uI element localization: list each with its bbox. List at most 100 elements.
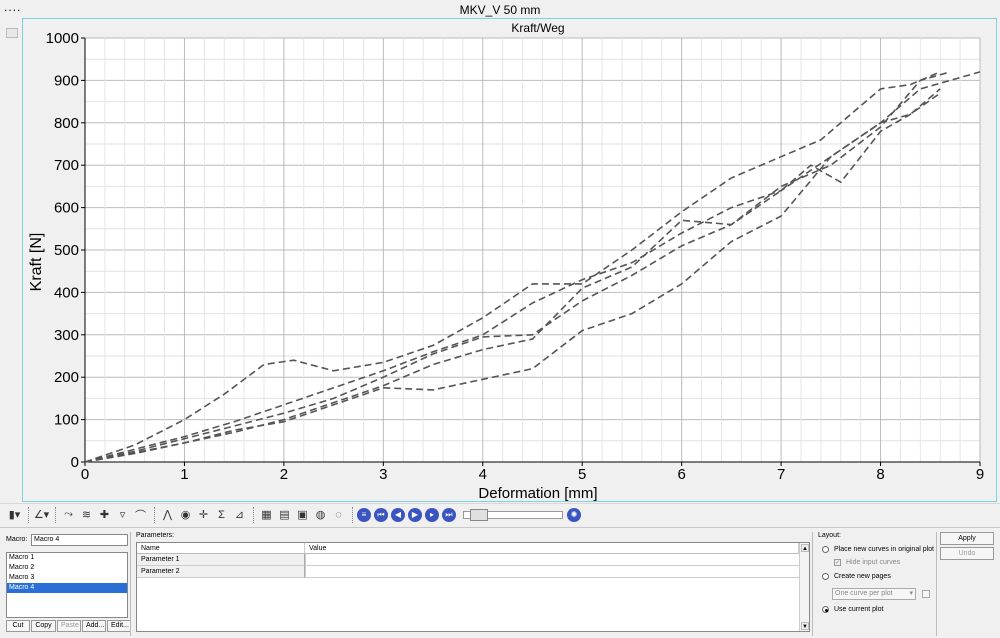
x-tick-label: 6 [677, 466, 685, 483]
parameters-table[interactable]: Name Value Parameter 1 Parameter 2 ▲ ▼ [136, 542, 810, 632]
list-item[interactable]: Macro 1 [7, 553, 127, 563]
checkbox-hide-input[interactable]: ✓ Hide input curves [834, 559, 900, 566]
x-tick-label: 0 [81, 466, 89, 483]
grid-icon[interactable]: ▤ [276, 506, 293, 523]
x-tick-label: 3 [379, 466, 387, 483]
report-icon[interactable]: ▣ [294, 506, 311, 523]
undo-button[interactable]: Undo [940, 547, 994, 560]
y-tick-label: 300 [54, 327, 79, 344]
x-tick-label: 7 [777, 466, 785, 483]
paste-button[interactable]: Paste [57, 620, 81, 632]
curves-per-plot-select[interactable]: One curve per plot ▾ [832, 588, 916, 600]
column-header-name[interactable]: Name [137, 543, 305, 554]
slope-icon[interactable]: ⊿ [231, 506, 248, 523]
x-tick-label: 2 [280, 466, 288, 483]
radio-new-pages[interactable]: Create new pages [822, 573, 891, 580]
add-button[interactable]: Add... [82, 620, 106, 632]
toolbar-separator [352, 506, 353, 523]
y-tick-label: 1000 [46, 30, 79, 47]
action-buttons: Apply Undo [940, 532, 994, 562]
scroll-up-icon[interactable]: ▲ [801, 544, 809, 552]
x-tick-label: 8 [876, 466, 884, 483]
axis-icon[interactable]: ∠▾ [33, 506, 50, 523]
toolbar-separator [28, 506, 29, 523]
copy-button[interactable]: Copy [31, 620, 56, 632]
add-curve-icon[interactable]: ✚ [96, 506, 113, 523]
y-tick-label: 400 [54, 284, 79, 301]
play-icon[interactable]: ▶ [408, 507, 422, 522]
skip-forward-icon[interactable]: ⏭ [442, 507, 456, 522]
macro-section: Macro: Macro 4 Macro 1 Macro 2 Macro 3 M… [4, 534, 131, 634]
radio-button[interactable] [822, 546, 829, 553]
step-forward-icon[interactable]: ▸ [425, 507, 439, 522]
window-title: MKV_V 50 mm [459, 3, 541, 17]
parameters-label: Parameters: [136, 532, 175, 539]
curve-filter-icon[interactable]: ≋ [78, 506, 95, 523]
divider [936, 532, 937, 636]
skip-back-icon[interactable]: ⏮ [374, 507, 388, 522]
macro-list[interactable]: Macro 1 Macro 2 Macro 3 Macro 4 [6, 552, 128, 618]
chevron-down-icon: ▾ [909, 590, 913, 597]
table-row-name: Parameter 1 [137, 554, 305, 566]
x-tick-label: 5 [578, 466, 586, 483]
sigma-icon[interactable]: Σ [213, 506, 230, 523]
y-tick-label: 600 [54, 200, 79, 217]
list-item[interactable]: Macro 4 [7, 583, 127, 593]
column-header-value[interactable]: Value [305, 543, 799, 554]
divider [130, 532, 131, 636]
x-tick-label: 1 [180, 466, 188, 483]
list-item[interactable]: Macro 2 [7, 563, 127, 573]
option-checkbox[interactable] [922, 590, 930, 598]
macro-panel: Macro: Macro 4 Macro 1 Macro 2 Macro 3 M… [0, 527, 1000, 638]
checkbox-label: Hide input curves [846, 559, 901, 566]
radio-button[interactable] [822, 606, 829, 613]
y-tick-label: 0 [71, 454, 79, 471]
layout-label: Layout: [818, 532, 841, 539]
step-back-icon[interactable]: ◀ [391, 507, 405, 522]
marker-icon[interactable]: ▿ [114, 506, 131, 523]
peak-icon[interactable]: ⋀ [159, 506, 176, 523]
globe-icon[interactable]: ◌ [330, 506, 347, 523]
y-tick-label: 800 [54, 115, 79, 132]
macro-name-field[interactable]: Macro 4 [31, 534, 128, 546]
page-icon[interactable] [6, 28, 18, 38]
radio-current-plot[interactable]: Use current plot [822, 606, 883, 613]
color-wheel-icon[interactable]: ◉ [177, 506, 194, 523]
y-tick-label: 900 [54, 72, 79, 89]
radio-label: Place new curves in original plot [834, 546, 934, 553]
scroll-down-icon[interactable]: ▼ [801, 622, 809, 630]
radio-original-plot[interactable]: Place new curves in original plot [822, 546, 934, 553]
comment-icon[interactable]: ◍ [312, 506, 329, 523]
checkbox[interactable]: ✓ [834, 559, 841, 566]
y-tick-label: 200 [54, 369, 79, 386]
toolbar-separator [154, 506, 155, 523]
toolbar-separator [253, 506, 254, 523]
plot-area[interactable]: 0 100 200 300 400 500 600 700 800 900 1000 0 1 2 3 4 5 6 7… [22, 18, 997, 502]
list-item[interactable]: Macro 3 [7, 573, 127, 583]
layout-section: Layout: Place new curves in original plo… [816, 532, 936, 636]
macro-buttons: Cut Copy Paste Add... Edit... [6, 620, 132, 632]
radio-button[interactable] [822, 573, 829, 580]
select-value: One curve per plot [835, 590, 893, 597]
y-tick-label: 700 [54, 157, 79, 174]
settings-icon[interactable]: ✺ [567, 507, 581, 522]
curve-edit-icon[interactable]: ⤳ [60, 506, 77, 523]
table-row-value[interactable] [305, 566, 799, 578]
menu-icon[interactable]: ≡ [357, 507, 371, 522]
crosshair-icon[interactable]: ✛ [195, 506, 212, 523]
macro-label: Macro: [6, 536, 28, 543]
radio-label: Use current plot [834, 606, 884, 613]
playback-slider[interactable] [463, 508, 563, 521]
apply-button[interactable]: Apply [940, 532, 994, 545]
bar-chart-icon[interactable]: ▮▾ [6, 506, 23, 523]
radio-label: Create new pages [834, 573, 891, 580]
cut-button[interactable]: Cut [6, 620, 30, 632]
table-icon[interactable]: ▦ [258, 506, 275, 523]
y-tick-label: 100 [54, 412, 79, 429]
table-row-value[interactable] [305, 554, 799, 566]
cut-curve-icon[interactable]: ⌒ [132, 506, 149, 523]
slider-thumb[interactable] [470, 508, 488, 521]
vertical-scrollbar[interactable]: ▲ ▼ [799, 543, 809, 631]
edit-button[interactable]: Edit... [107, 620, 131, 632]
toolbar: ▮▾ ∠▾ ⤳ ≋ ✚ ▿ ⌒ ⋀ ◉ ✛ Σ ⊿ ▦ ▤ ▣ ◍ ◌ ≡ ⏮ … [0, 503, 1000, 525]
